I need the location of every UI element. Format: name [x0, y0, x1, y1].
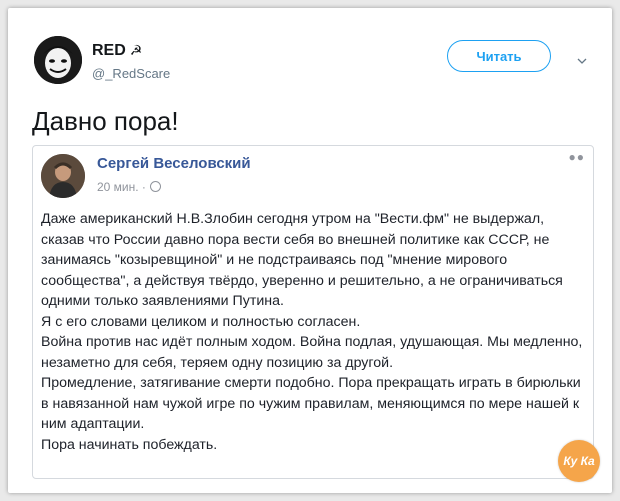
quote-author-avatar[interactable] [41, 154, 85, 198]
quote-paragraph: Война против нас идёт полным ходом. Войн… [41, 334, 583, 371]
globe-icon [149, 181, 161, 192]
quote-paragraph: Даже американский Н.В.Злобин сегодня утр… [41, 211, 563, 309]
tweet-card: RED ☭ @_RedScare Читать Давно пора! Серге… [8, 8, 612, 493]
author-handle[interactable]: @_RedScare [92, 66, 170, 81]
chevron-down-icon[interactable] [577, 56, 587, 66]
hammer-sickle-icon: ☭ [129, 42, 143, 58]
author-name[interactable]: RED ☭ [92, 42, 142, 60]
author-avatar[interactable] [34, 36, 82, 84]
quote-time-text: 20 мин. · [97, 180, 146, 194]
quote-paragraph: Я с его словами целиком и полностью согл… [41, 313, 361, 330]
tweet-text: Давно пора! [32, 106, 179, 136]
author-name-text: RED [92, 42, 126, 59]
quote-author-name[interactable]: Сергей Веселовский [97, 155, 251, 172]
watermark-logo: Ку Ка [558, 440, 600, 482]
more-options-icon[interactable]: ●● [569, 150, 586, 164]
quote-timestamp[interactable]: 20 мин. · [97, 180, 161, 194]
quote-body: Даже американский Н.В.Злобин сегодня утр… [41, 209, 586, 455]
quote-paragraph: Пора начинать побеждать. [41, 436, 218, 453]
follow-button[interactable]: Читать [447, 40, 551, 72]
quote-paragraph: Промедление, затягивание смерти подобно.… [41, 375, 581, 432]
embedded-post: Сергей Веселовский 20 мин. · ●● Даже аме… [32, 145, 594, 479]
